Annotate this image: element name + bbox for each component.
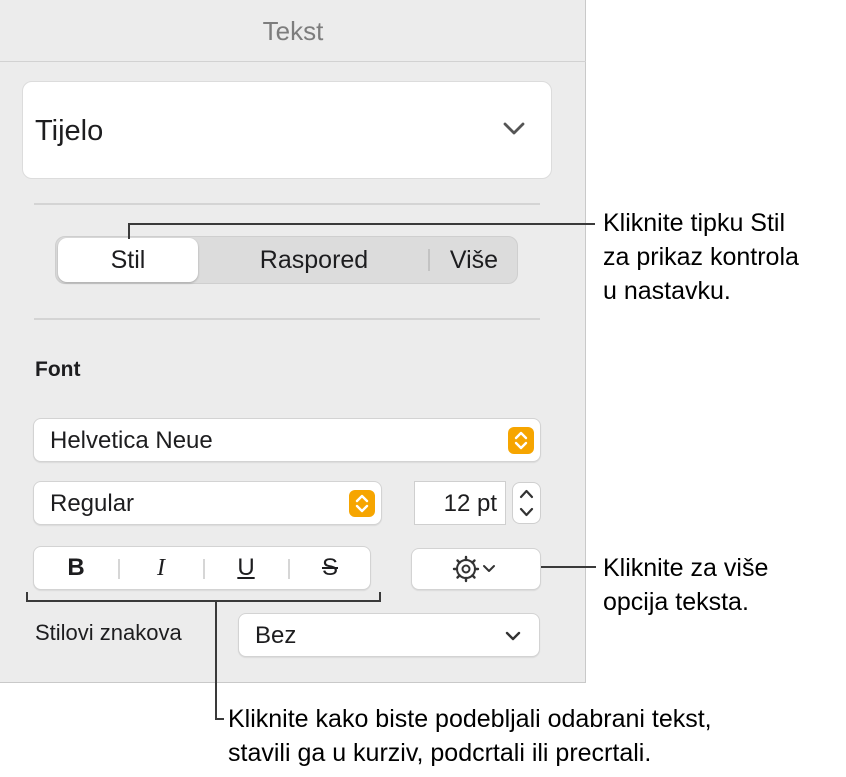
underline-button[interactable]: U — [204, 547, 288, 589]
tab-vise[interactable]: Više — [434, 237, 514, 283]
callout-bracket — [379, 592, 381, 602]
character-styles-popup[interactable]: Bez — [238, 613, 540, 657]
tab-stil[interactable]: Stil — [58, 238, 198, 282]
typeface-popup[interactable]: Regular — [33, 481, 382, 525]
tab-segmented-control: Stil Raspored Više — [55, 236, 518, 284]
gear-icon — [452, 555, 495, 583]
popup-arrows-icon — [508, 427, 534, 454]
advanced-options-button[interactable] — [411, 548, 541, 590]
paragraph-style-popup[interactable]: Tijelo — [22, 81, 552, 179]
panel-title: Tekst — [262, 16, 324, 46]
callout-leader-line — [215, 718, 224, 720]
divider — [34, 318, 540, 320]
text-inspector-panel: Tekst Tijelo Stil Raspored Više Font Hel… — [0, 0, 586, 683]
callout-tab: Kliknite tipku Stil za prikaz kontrola u… — [603, 209, 799, 305]
chevron-down-icon — [503, 122, 525, 135]
font-size-field[interactable]: 12 pt — [414, 481, 506, 525]
font-section-label: Font — [35, 358, 81, 381]
callout-leader-line — [128, 223, 130, 239]
typeface-value: Regular — [50, 490, 135, 517]
callout-format: Kliknite kako biste podebljali odabrani … — [228, 705, 712, 767]
callout-leader-line — [128, 223, 595, 225]
font-size-value: 12 pt — [443, 490, 497, 517]
title-divider — [0, 61, 586, 62]
format-buttons-group: B I U S — [33, 546, 371, 590]
callout-gear: Kliknite za više opcija teksta. — [603, 554, 769, 616]
tab-divider — [428, 249, 430, 271]
callout-bracket — [26, 592, 28, 602]
font-family-value: Helvetica Neue — [50, 427, 213, 454]
character-styles-value: Bez — [255, 622, 297, 649]
popup-arrows-icon — [349, 490, 375, 517]
character-styles-label: Stilovi znakova — [35, 620, 182, 645]
chevron-down-icon — [505, 631, 521, 641]
strikethrough-button[interactable]: S — [288, 547, 372, 589]
bold-button[interactable]: B — [34, 547, 118, 589]
font-family-popup[interactable]: Helvetica Neue — [33, 418, 541, 462]
stepper-arrows-icon — [519, 489, 534, 517]
divider — [34, 203, 540, 205]
font-size-stepper[interactable] — [512, 482, 541, 524]
italic-button[interactable]: I — [119, 547, 203, 589]
callout-leader-line — [215, 600, 217, 720]
paragraph-style-value: Tijelo — [35, 115, 104, 147]
callout-leader-line — [541, 566, 596, 568]
tab-raspored[interactable]: Raspored — [204, 237, 424, 283]
callout-bracket — [26, 600, 381, 602]
